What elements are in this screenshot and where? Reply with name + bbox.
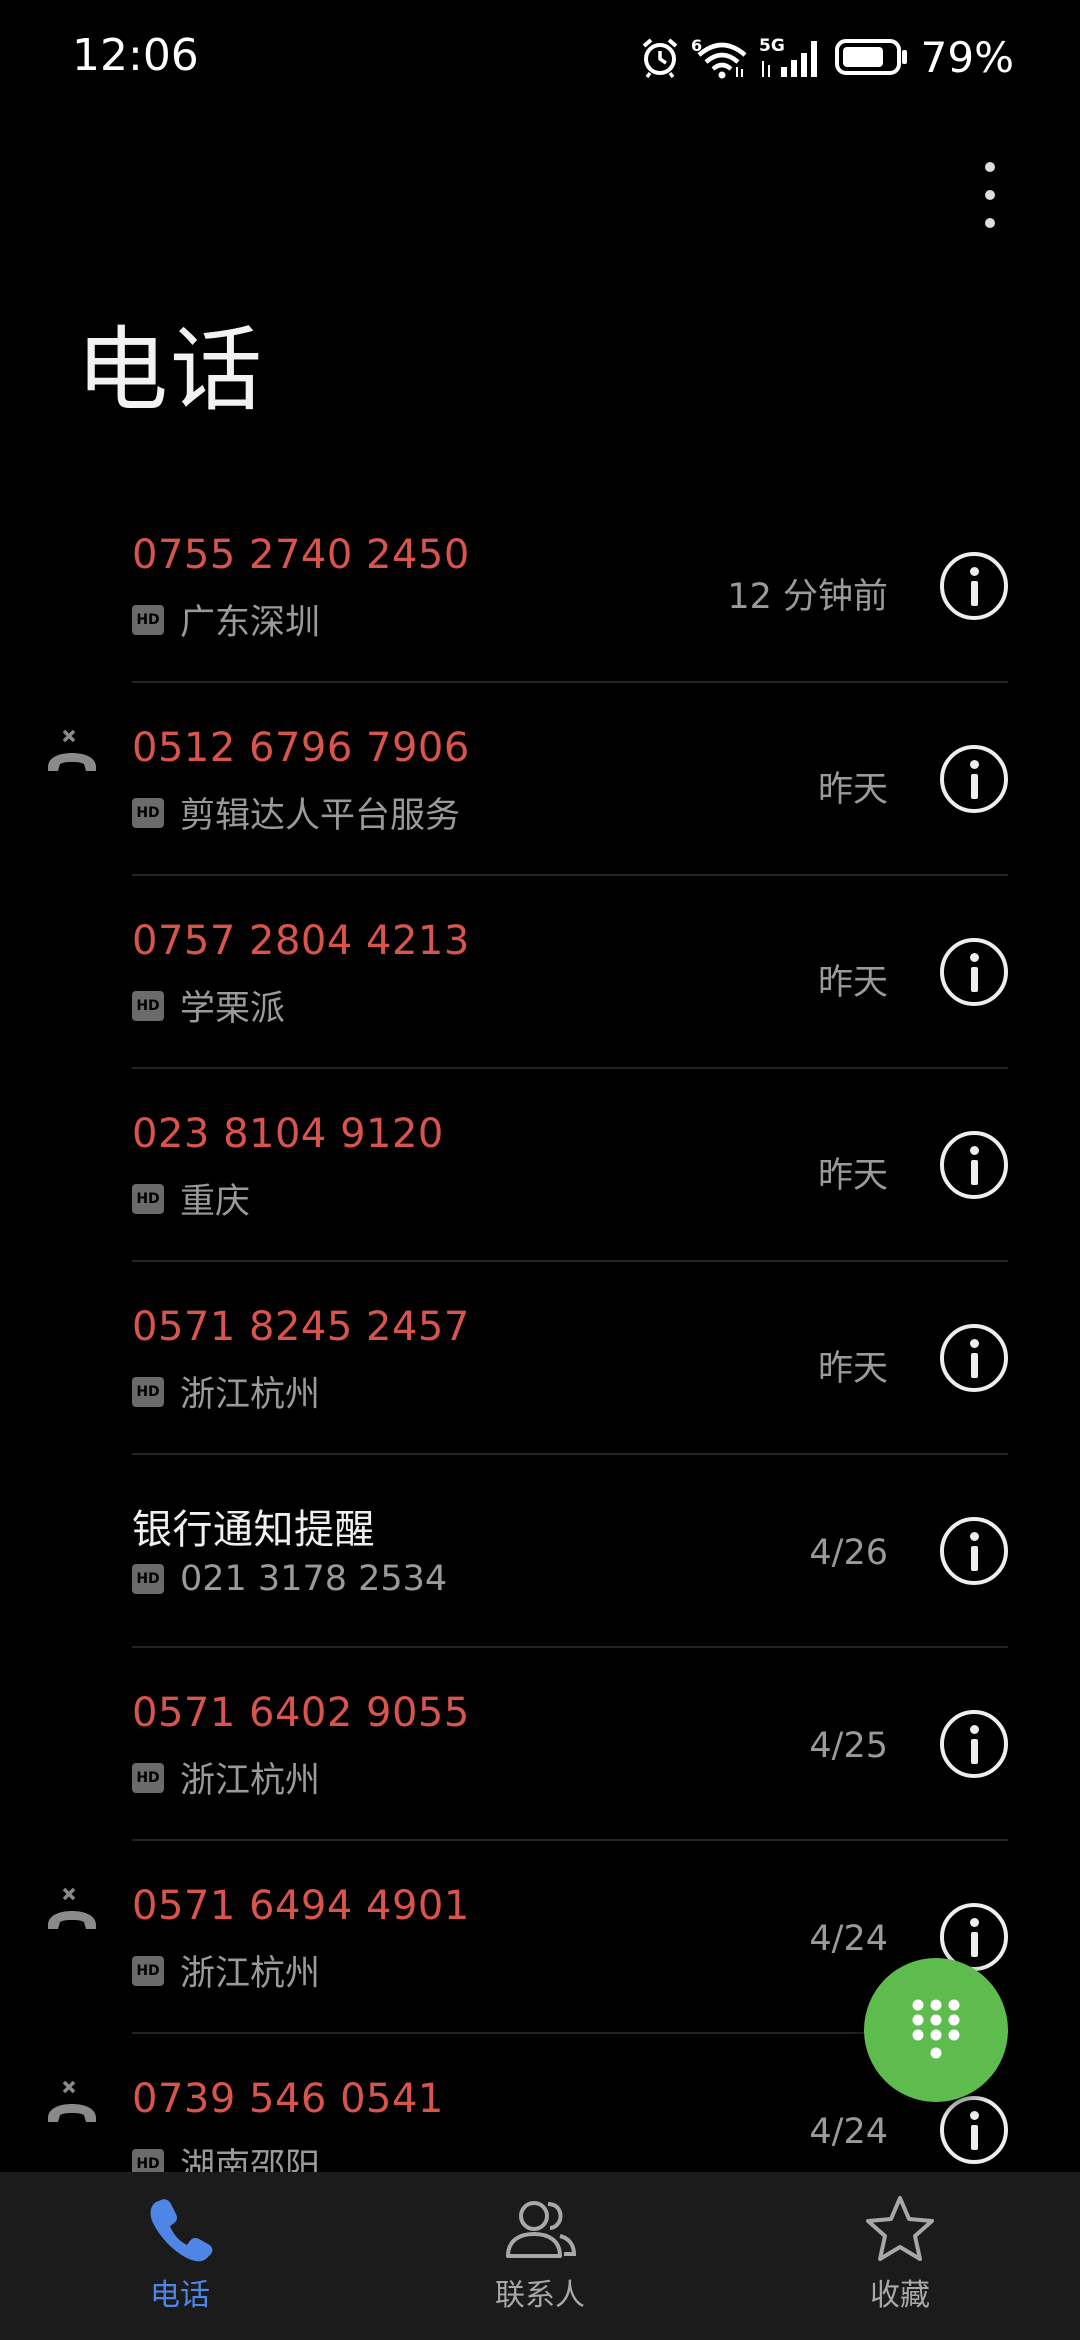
- call-log-row[interactable]: 0755 2740 2450 HD 广东深圳 12 分钟前: [0, 490, 1080, 683]
- missed-call-icon: [44, 1885, 100, 1941]
- call-subtitle-line: HD 剪辑达人平台服务: [132, 787, 460, 838]
- dialpad-icon: [912, 1999, 960, 2059]
- hd-badge: HD: [132, 797, 164, 828]
- missed-call-icon: [44, 2078, 100, 2134]
- call-time: 4/26: [809, 1533, 888, 1573]
- hd-badge: HD: [132, 604, 164, 635]
- info-icon[interactable]: [940, 938, 1008, 1006]
- hd-badge: HD: [132, 1955, 164, 1986]
- call-time: 12 分钟前: [727, 577, 888, 617]
- info-icon[interactable]: [940, 1517, 1008, 1585]
- more-dot-icon: [985, 218, 995, 228]
- battery-icon: [834, 39, 907, 75]
- call-number: 0571 8245 2457: [132, 1304, 470, 1350]
- call-time: 4/24: [809, 2112, 888, 2152]
- call-time: 昨天: [817, 1156, 888, 1196]
- call-subtitle-line: HD 浙江杭州: [132, 1366, 320, 1417]
- info-icon[interactable]: [940, 552, 1008, 620]
- status-time: 12:06: [72, 30, 199, 81]
- call-subtitle: 浙江杭州: [180, 1375, 321, 1415]
- call-subtitle: 重庆: [180, 1182, 251, 1222]
- tab-favorites[interactable]: 收藏: [720, 2172, 1080, 2340]
- call-subtitle-line: HD 浙江杭州: [132, 1752, 320, 1803]
- page-title: 电话: [76, 317, 265, 424]
- tab-label: 电话: [150, 2278, 210, 2313]
- signal-label: 5G: [759, 36, 785, 56]
- tab-contacts[interactable]: 联系人: [360, 2172, 720, 2340]
- call-time: 昨天: [817, 1349, 888, 1389]
- call-subtitle: 剪辑达人平台服务: [180, 796, 461, 836]
- call-number: 0755 2740 2450: [132, 532, 470, 578]
- call-number: 0739 546 0541: [132, 2076, 444, 2122]
- call-subtitle: 021 3178 2534: [180, 1559, 448, 1599]
- battery-percent: 79%: [920, 32, 1014, 82]
- call-time: 4/25: [809, 1726, 888, 1766]
- call-log-row[interactable]: 0757 2804 4213 HD 学栗派 昨天: [0, 876, 1080, 1069]
- call-number: 0571 6494 4901: [132, 1883, 470, 1929]
- call-subtitle: 浙江杭州: [180, 1954, 321, 1994]
- call-number: 023 8104 9120: [132, 1111, 444, 1157]
- info-icon[interactable]: [940, 1131, 1008, 1199]
- star-icon: [866, 2196, 934, 2261]
- hd-badge: HD: [132, 1564, 164, 1594]
- tab-phone[interactable]: 电话: [0, 2172, 360, 2340]
- call-number: 银行通知提醒: [132, 1507, 375, 1553]
- call-log-row[interactable]: 0512 6796 7906 HD 剪辑达人平台服务 昨天: [0, 683, 1080, 876]
- call-subtitle: 广东深圳: [180, 603, 321, 643]
- info-icon[interactable]: [940, 745, 1008, 813]
- call-number: 0571 6402 9055: [132, 1690, 470, 1736]
- status-icons: 6 5G 79%: [639, 32, 1014, 82]
- bottom-navigation: 电话 联系人 收藏: [0, 2172, 1080, 2340]
- tab-label: 收藏: [870, 2278, 930, 2313]
- call-subtitle-line: HD 学栗派: [132, 980, 285, 1031]
- hd-badge: HD: [132, 990, 164, 1021]
- call-subtitle-line: HD 021 3178 2534: [132, 1559, 447, 1599]
- call-time: 昨天: [817, 770, 888, 810]
- call-time: 4/24: [809, 1919, 888, 1959]
- hd-badge: HD: [132, 1762, 164, 1793]
- phone-icon: [150, 2199, 213, 2262]
- hd-badge: HD: [132, 1376, 164, 1407]
- call-subtitle: 浙江杭州: [180, 1761, 321, 1801]
- hd-badge: HD: [132, 1183, 164, 1214]
- status-bar: 12:06 6 5G 79%: [0, 0, 1080, 120]
- missed-call-icon: [44, 727, 100, 783]
- tab-label: 联系人: [495, 2278, 585, 2313]
- more-dot-icon: [985, 190, 995, 200]
- info-icon[interactable]: [940, 1324, 1008, 1392]
- alarm-icon: [642, 38, 677, 78]
- more-dot-icon: [985, 162, 995, 172]
- call-log-row[interactable]: 0571 8245 2457 HD 浙江杭州 昨天: [0, 1262, 1080, 1455]
- call-subtitle: 学栗派: [180, 989, 286, 1029]
- call-subtitle-line: HD 广东深圳: [132, 594, 320, 645]
- info-icon[interactable]: [940, 1710, 1008, 1778]
- contacts-icon: [506, 2201, 577, 2258]
- call-log-row[interactable]: 023 8104 9120 HD 重庆 昨天: [0, 1069, 1080, 1262]
- call-time: 昨天: [817, 963, 888, 1003]
- dialpad-button[interactable]: [864, 1958, 1008, 2102]
- call-subtitle-line: HD 浙江杭州: [132, 1945, 320, 1996]
- call-log-row[interactable]: 0571 6402 9055 HD 浙江杭州 4/25: [0, 1648, 1080, 1841]
- wifi-icon: 6: [691, 36, 747, 79]
- more-options-button[interactable]: [960, 150, 1020, 240]
- call-log-row[interactable]: 银行通知提醒 HD 021 3178 2534 4/26: [0, 1455, 1080, 1648]
- call-subtitle-line: HD 重庆: [132, 1173, 250, 1224]
- signal-icon: 5G: [759, 36, 817, 77]
- info-icon[interactable]: [940, 2096, 1008, 2164]
- call-number: 0757 2804 4213: [132, 918, 470, 964]
- call-number: 0512 6796 7906: [132, 725, 470, 771]
